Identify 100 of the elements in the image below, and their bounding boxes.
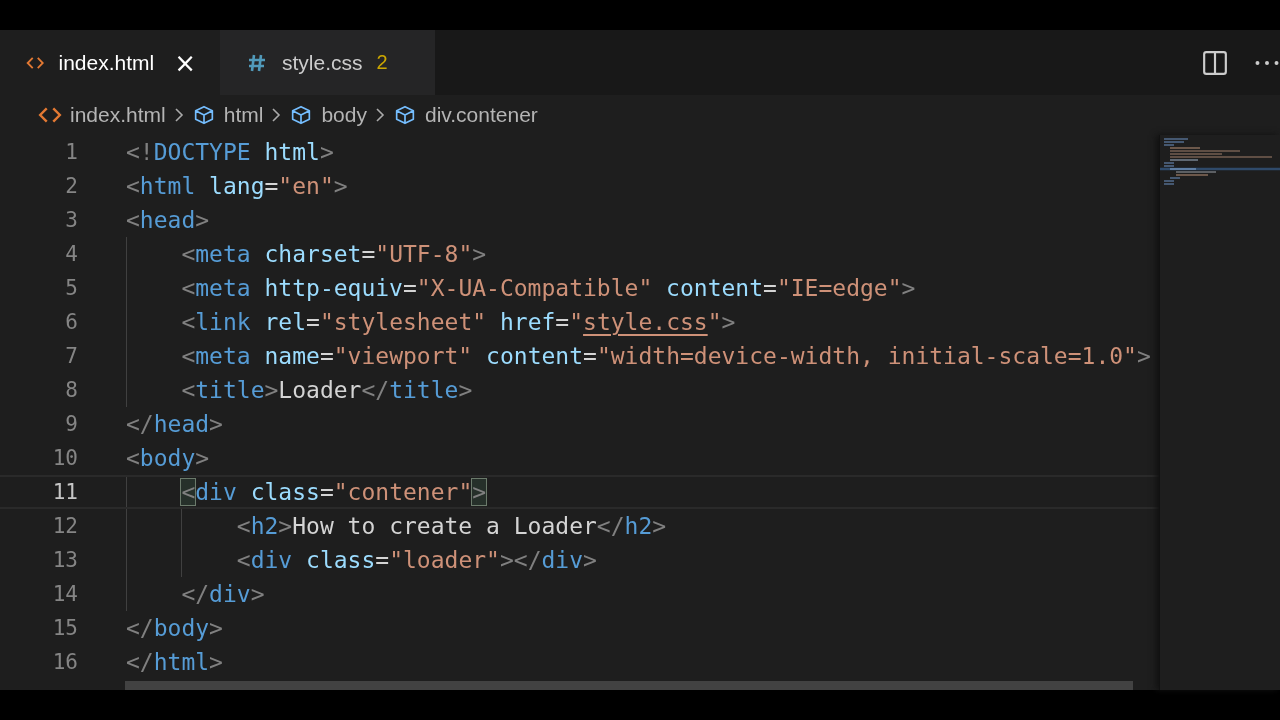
chevron-right-icon bbox=[271, 107, 282, 123]
code-token: DOCTYPE bbox=[153, 139, 251, 165]
line-number: 16 bbox=[51, 650, 78, 674]
code-token: html bbox=[139, 173, 196, 199]
code-token: > bbox=[250, 581, 265, 607]
chevron-right-icon bbox=[374, 107, 385, 123]
split-editor-icon[interactable] bbox=[1202, 49, 1228, 76]
code-token: head bbox=[153, 411, 210, 437]
code-token: = bbox=[555, 309, 570, 335]
editor-tab[interactable]: style.css 2 bbox=[220, 30, 435, 95]
line-number: 7 bbox=[64, 344, 78, 368]
code-token: lang bbox=[209, 173, 265, 199]
code-token: > bbox=[1136, 343, 1151, 369]
code-token: style.css bbox=[583, 309, 708, 335]
code-token: < bbox=[126, 207, 140, 233]
line-number: 12 bbox=[51, 514, 78, 538]
code-token: </ bbox=[361, 377, 390, 403]
line-number: 3 bbox=[64, 208, 78, 232]
code-token: "loader" bbox=[389, 547, 500, 573]
code-token: > bbox=[209, 615, 223, 641]
horizontal-scrollbar[interactable] bbox=[125, 681, 1133, 690]
code-token: div bbox=[541, 547, 584, 573]
code-token: = bbox=[361, 241, 376, 267]
code-token: "viewport" bbox=[333, 343, 473, 369]
line-number: 2 bbox=[64, 174, 78, 198]
code-token: > bbox=[195, 445, 210, 471]
breadcrumb-item[interactable]: body bbox=[321, 103, 367, 127]
code-token: meta bbox=[195, 241, 251, 267]
line-number: 10 bbox=[51, 446, 78, 470]
code-token: > bbox=[458, 377, 473, 403]
more-actions-icon[interactable] bbox=[1254, 58, 1280, 67]
code-token: = bbox=[375, 547, 390, 573]
breadcrumb-item[interactable]: index.html bbox=[70, 103, 166, 127]
code-token: div bbox=[195, 479, 237, 505]
code-token: name bbox=[264, 343, 320, 369]
code-token: > bbox=[209, 649, 223, 675]
editor-tab[interactable]: index.html × bbox=[0, 30, 220, 95]
code-token: < bbox=[181, 309, 196, 335]
code-token: < bbox=[126, 173, 140, 199]
code-token: = bbox=[319, 479, 334, 505]
line-number: 15 bbox=[51, 616, 78, 640]
code-token: html bbox=[153, 649, 210, 675]
code-token: > bbox=[209, 411, 223, 437]
code-token: charset bbox=[264, 241, 362, 267]
code-token: < bbox=[181, 343, 196, 369]
code-token: > bbox=[264, 377, 279, 403]
code-token: "X-UA-Compatible" bbox=[416, 275, 653, 301]
code-token: href bbox=[499, 309, 556, 335]
code-token: > bbox=[652, 513, 667, 539]
code-token: "UTF-8" bbox=[375, 241, 473, 267]
code-token: "contener" bbox=[333, 479, 473, 505]
code-token: > bbox=[319, 139, 334, 165]
code-token: < bbox=[126, 445, 140, 471]
code-token: "IE=edge" bbox=[776, 275, 902, 301]
code-token: > bbox=[472, 241, 487, 267]
code-token: > bbox=[333, 173, 348, 199]
code-token: < bbox=[181, 241, 196, 267]
code-token: "en" bbox=[278, 173, 334, 199]
code-token: </ bbox=[126, 615, 154, 641]
close-button[interactable]: × bbox=[174, 49, 196, 76]
code-token: < bbox=[181, 275, 196, 301]
line-number: 1 bbox=[64, 140, 78, 164]
code-token: content bbox=[666, 275, 764, 301]
line-number: 8 bbox=[64, 378, 78, 402]
breadcrumb-item[interactable]: html bbox=[223, 103, 264, 127]
code-token: Loader bbox=[278, 377, 362, 403]
code-token: > bbox=[195, 207, 210, 233]
line-number: 14 bbox=[51, 582, 78, 606]
breadcrumb-item[interactable]: div.contener bbox=[424, 103, 538, 127]
code-token: body bbox=[153, 615, 210, 641]
code-token: "stylesheet" bbox=[319, 309, 487, 335]
code-token: > bbox=[901, 275, 916, 301]
code-token: meta bbox=[195, 275, 251, 301]
code-token: = bbox=[306, 309, 320, 335]
code-token: </ bbox=[126, 411, 154, 437]
line-number: 5 bbox=[64, 276, 78, 300]
code-token: = bbox=[583, 343, 597, 369]
code-token: </ bbox=[126, 649, 154, 675]
code-token: html bbox=[264, 139, 320, 165]
line-number: 9 bbox=[64, 412, 78, 436]
code-token: = bbox=[319, 343, 334, 369]
code-brackets-icon bbox=[38, 105, 62, 125]
code-token: div bbox=[250, 547, 293, 573]
code-token: rel bbox=[264, 309, 307, 335]
code-token: title bbox=[389, 377, 459, 403]
code-token: h2 bbox=[624, 513, 653, 539]
code-token: meta bbox=[195, 343, 251, 369]
matched-bracket: > bbox=[472, 479, 487, 505]
code-token: > bbox=[278, 513, 293, 539]
code-token: </ bbox=[181, 581, 210, 607]
code-token: class bbox=[306, 547, 376, 573]
code-token: = bbox=[403, 275, 417, 301]
line-number: 11 bbox=[51, 480, 78, 504]
code-token: " bbox=[569, 309, 584, 335]
code-token: body bbox=[139, 445, 196, 471]
code-token: > bbox=[721, 309, 736, 335]
code-token: = bbox=[264, 173, 279, 199]
code-token: How to create a Loader bbox=[292, 513, 597, 539]
matched-bracket: < bbox=[181, 479, 196, 505]
code-token: < bbox=[236, 547, 251, 573]
